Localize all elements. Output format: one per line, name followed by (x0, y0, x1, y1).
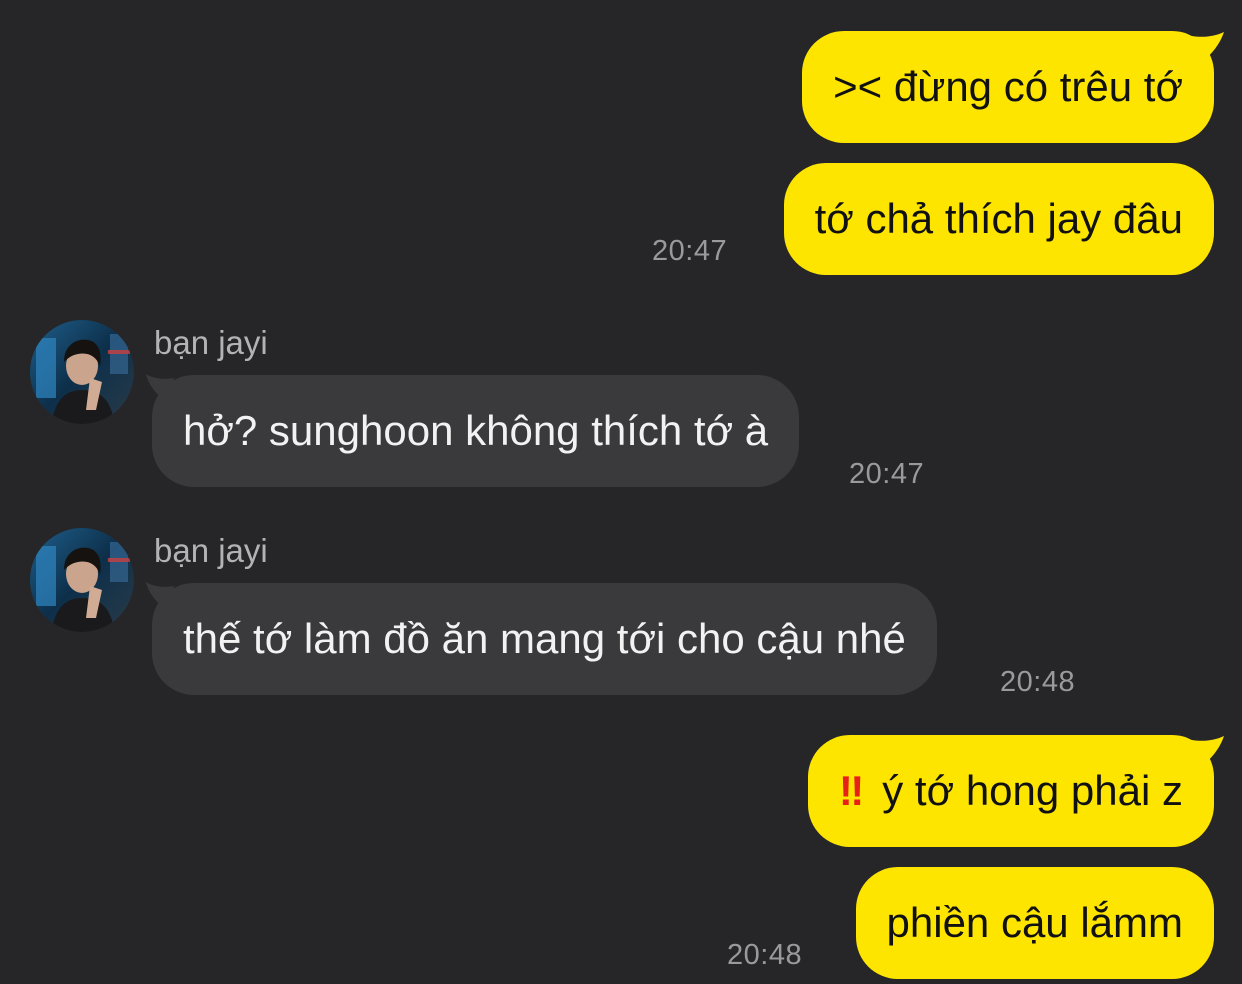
message-bubble-sent[interactable]: >< đừng có trêu tớ (802, 31, 1214, 143)
message-timestamp: 20:47 (849, 458, 925, 490)
avatar-photo-icon (30, 528, 134, 632)
message-timestamp: 20:48 (727, 939, 803, 971)
message-text: phiền cậu lắmm (886, 899, 1183, 946)
contact-avatar[interactable] (30, 528, 134, 632)
message-bubble-sent[interactable]: phiền cậu lắmm (855, 867, 1214, 979)
message-bubble-received[interactable]: thế tớ làm đồ ăn mang tới cho cậu nhé (152, 583, 937, 695)
message-text: ý tớ hong phải z (882, 767, 1183, 814)
message-bubble-sent[interactable]: tớ chả thích jay đâu (783, 163, 1214, 275)
message-bubble-sent[interactable]: ‼ ý tớ hong phải z (807, 735, 1214, 847)
message-text: thế tớ làm đồ ăn mang tới cho cậu nhé (183, 615, 906, 662)
message-text: >< đừng có trêu tớ (833, 63, 1183, 110)
message-text: tớ chả thích jay đâu (814, 195, 1183, 242)
double-exclamation-icon: ‼ (838, 767, 864, 814)
message-bubble-received[interactable]: hở? sunghoon không thích tớ à (152, 375, 800, 487)
contact-avatar[interactable] (30, 320, 134, 424)
sender-name: bạn jayi (154, 532, 268, 569)
sender-name: bạn jayi (154, 324, 268, 361)
chat-view[interactable]: >< đừng có trêu tớ tớ chả thích jay đâu … (0, 0, 1242, 984)
message-timestamp: 20:48 (1000, 666, 1076, 698)
avatar-photo-icon (30, 320, 134, 424)
message-timestamp: 20:47 (652, 235, 728, 267)
message-text: hở? sunghoon không thích tớ à (183, 407, 769, 454)
